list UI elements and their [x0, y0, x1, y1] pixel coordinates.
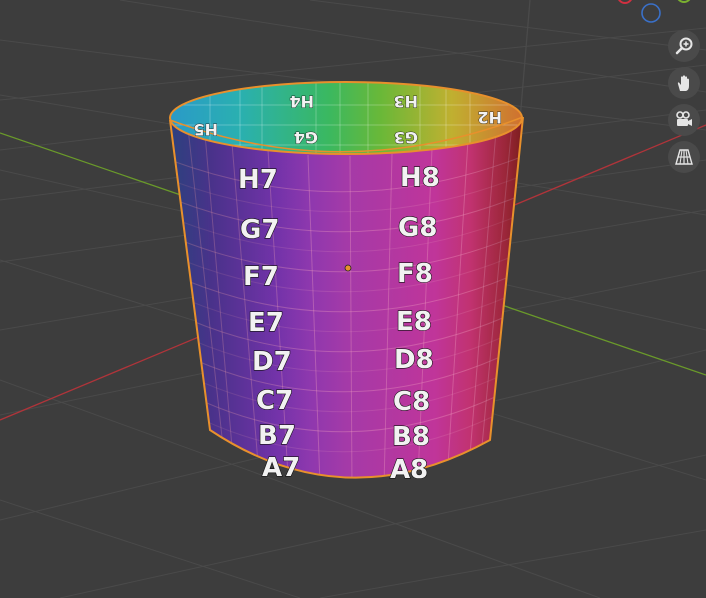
hand-icon	[677, 75, 689, 91]
inner-label-5: G4	[294, 128, 318, 147]
uv-label-right-6: C8	[393, 387, 430, 417]
uv-label-left-1: H7	[238, 165, 278, 195]
grid-perspective-icon	[675, 149, 693, 165]
inner-label-6: G3	[394, 128, 418, 147]
uv-label-left-6: C7	[256, 386, 293, 416]
uv-label-left-3: F7	[243, 262, 279, 292]
uv-label-left-7: B7	[258, 421, 296, 451]
uv-label-right-2: G8	[398, 213, 437, 243]
uv-label-right-8: A8	[390, 455, 428, 485]
inner-label-1: H5	[193, 120, 218, 139]
object-origin	[344, 264, 352, 272]
uv-label-left-8: A7	[262, 453, 300, 483]
uv-label-right-7: B8	[392, 422, 430, 452]
cylinder-mesh[interactable]: H7 G7 F7 E7 D7 C7 B7 A7 H8 G8 F8 E8 D8 C…	[160, 80, 530, 490]
uv-label-right-3: F8	[397, 259, 433, 289]
uv-label-left-4: E7	[248, 308, 284, 338]
zoom-icon	[675, 37, 693, 55]
uv-label-right-5: D8	[394, 345, 434, 375]
uv-label-right-4: E8	[396, 307, 432, 337]
zoom-button[interactable]	[668, 30, 700, 62]
inner-label-3: H3	[393, 92, 418, 111]
camera-view-button[interactable]	[668, 104, 700, 136]
camera-icon	[676, 111, 692, 126]
perspective-toggle-button[interactable]	[668, 141, 700, 173]
uv-label-left-5: D7	[252, 347, 292, 377]
3d-viewport[interactable]: H7 G7 F7 E7 D7 C7 B7 A7 H8 G8 F8 E8 D8 C…	[0, 0, 706, 598]
uv-label-left-2: G7	[240, 215, 279, 245]
pan-button[interactable]	[668, 67, 700, 99]
inner-label-4: H2	[477, 108, 502, 127]
axis-gizmo[interactable]	[618, 0, 691, 23]
uv-label-right-1: H8	[400, 163, 440, 193]
inner-label-2: H4	[289, 92, 314, 111]
